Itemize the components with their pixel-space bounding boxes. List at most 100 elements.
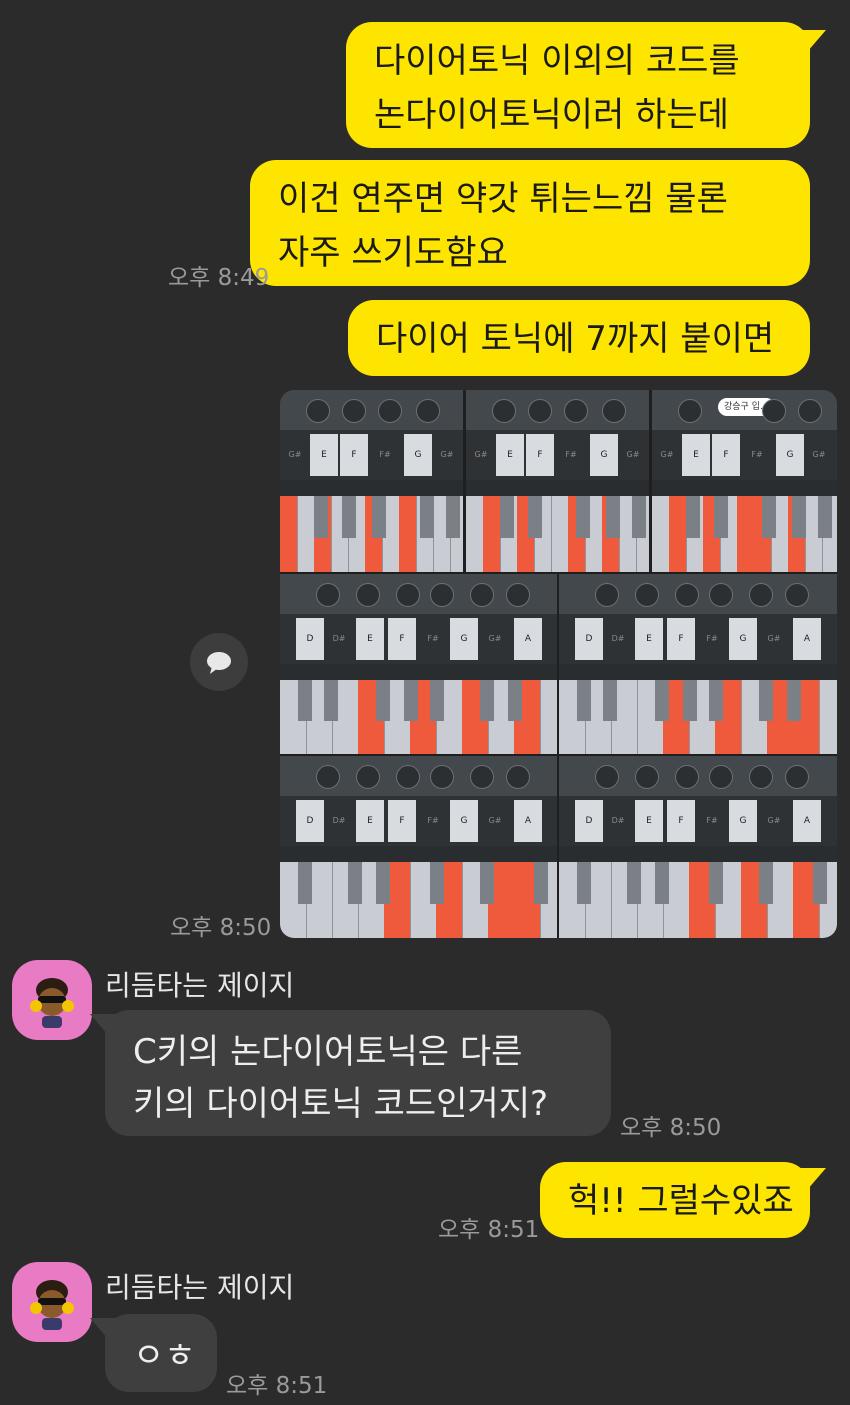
piano-black-key — [404, 680, 418, 721]
record-icon — [316, 583, 340, 607]
piano-black-key — [446, 496, 460, 538]
piano-black-key — [787, 680, 801, 721]
message-timestamp: 오후 8:51 — [226, 1373, 328, 1399]
my-message-bubble[interactable]: 다이어 토닉에 7까지 붙이면 — [348, 300, 810, 376]
their-message-bubble[interactable]: C키의 논다이어토닉은 다른 키의 다이어토닉 코드인거지? — [105, 1010, 611, 1136]
piano-keyboard — [559, 862, 837, 938]
divider — [559, 664, 837, 680]
piano-keyboard — [466, 496, 649, 572]
my-message-bubble[interactable]: 헉!! 그럴수있죠 — [540, 1162, 810, 1238]
note-label: G — [729, 800, 757, 842]
app-toolbar — [466, 390, 649, 430]
app-toolbar — [280, 574, 557, 614]
message-timestamp: 오후 8:50 — [170, 915, 272, 941]
piano-black-key — [627, 862, 641, 904]
piano-screenshot[interactable]: 강승구 입... G# E F F# G G# — [652, 390, 837, 572]
message-timestamp: 오후 8:51 — [438, 1217, 540, 1243]
play-icon — [356, 583, 380, 607]
note-label: D# — [605, 618, 631, 660]
note-label-row: G# E F F# G G# — [280, 430, 463, 480]
piano-black-key — [632, 496, 646, 538]
message-text-line: 논다이어토닉이러 하는데 — [374, 95, 729, 135]
message-timestamp: 오후 8:50 — [620, 1115, 722, 1141]
note-label: F — [667, 618, 695, 660]
note-label: G# — [468, 434, 494, 476]
piano-black-key — [430, 862, 444, 904]
message-text: 헉!! 그럴수있죠 — [568, 1181, 794, 1221]
sender-name: 리듬타는 제이지 — [105, 969, 295, 1002]
piano-black-key — [792, 496, 806, 538]
message-text-line: 키의 다이어토닉 코드인거지? — [133, 1084, 549, 1124]
note-label: G# — [620, 434, 646, 476]
note-label: G# — [806, 434, 832, 476]
piano-black-key — [372, 496, 386, 538]
comment-button[interactable] — [190, 633, 248, 691]
piano-screenshot[interactable]: G# E F F# G G# — [280, 390, 463, 572]
piano-key-active — [483, 496, 501, 572]
piano-keyboard — [652, 496, 837, 572]
note-label-row: G# E F F# G G# — [466, 430, 649, 480]
avatar[interactable] — [12, 1262, 92, 1342]
note-label: G# — [434, 434, 460, 476]
note-label: F — [340, 434, 368, 476]
divider — [280, 664, 557, 680]
piano-screenshot[interactable]: D D# E F F# G G# A — [280, 574, 557, 754]
piano-screenshot[interactable]: D D# E F F# G G# A — [559, 756, 837, 938]
piano-black-key — [298, 680, 312, 721]
piano-key-active — [737, 496, 755, 572]
note-label: E — [356, 618, 384, 660]
note-label: F# — [420, 618, 446, 660]
piano-screenshot[interactable]: G# E F F# G G# — [466, 390, 649, 572]
piano-black-key — [430, 680, 444, 721]
character-avatar-icon — [30, 1280, 74, 1330]
photo-grid[interactable]: G# E F F# G G# G# E F F# G G# 강승구 입... G… — [280, 390, 837, 938]
divider — [652, 480, 837, 496]
note-label: F# — [558, 434, 584, 476]
my-message-bubble[interactable]: 다이어토닉 이외의 코드를 논다이어토닉이러 하는데 — [346, 22, 810, 148]
my-message-bubble[interactable]: 이건 연주면 약갓 튀는느낌 물론 자주 쓰기도함요 — [250, 160, 810, 286]
piano-black-key — [714, 496, 728, 538]
piano-keyboard — [280, 680, 557, 754]
record-icon — [595, 583, 619, 607]
note-label: D# — [605, 800, 631, 842]
piano-black-key — [603, 680, 617, 721]
play-icon — [635, 583, 659, 607]
piano-black-key — [577, 862, 591, 904]
message-text-line: 이건 연주면 약갓 튀는느낌 물론 — [278, 179, 728, 219]
message-text: ㅇㅎ — [133, 1336, 196, 1376]
pause-icon — [396, 765, 420, 789]
note-label: E — [310, 434, 338, 476]
piano-black-key — [683, 680, 697, 721]
avatar[interactable] — [12, 960, 92, 1040]
piano-black-key — [324, 680, 338, 721]
piano-black-key — [314, 496, 328, 538]
note-label-row: D D# E F F# G G# A — [559, 796, 837, 846]
note-label: F# — [372, 434, 398, 476]
piano-black-key — [759, 680, 773, 721]
note-label: G — [590, 434, 618, 476]
note-label: G# — [761, 800, 787, 842]
menu-icon — [709, 765, 733, 789]
note-label: G# — [654, 434, 680, 476]
menu-icon — [564, 399, 588, 423]
piano-key — [297, 496, 315, 572]
piano-black-key — [606, 496, 620, 538]
note-label: G — [729, 618, 757, 660]
piano-screenshot[interactable]: D D# E F F# G G# A — [559, 574, 837, 754]
piano-key — [466, 496, 484, 572]
note-label-row: D D# E F F# G G# A — [280, 796, 557, 846]
play-icon — [356, 765, 380, 789]
note-label: G — [450, 618, 478, 660]
piano-keyboard — [280, 496, 463, 572]
piano-key — [551, 496, 569, 572]
note-label: D — [296, 618, 324, 660]
piano-black-key — [342, 496, 356, 538]
their-message-bubble[interactable]: ㅇㅎ — [105, 1314, 217, 1392]
app-toolbar: 강승구 입... — [652, 390, 837, 430]
note-label: A — [514, 800, 542, 842]
pause-icon — [342, 399, 366, 423]
divider — [280, 480, 463, 496]
piano-screenshot[interactable]: D D# E F F# G G# A — [280, 756, 557, 938]
note-label: D — [575, 800, 603, 842]
message-text-line: C키의 논다이어토닉은 다른 — [133, 1032, 523, 1072]
